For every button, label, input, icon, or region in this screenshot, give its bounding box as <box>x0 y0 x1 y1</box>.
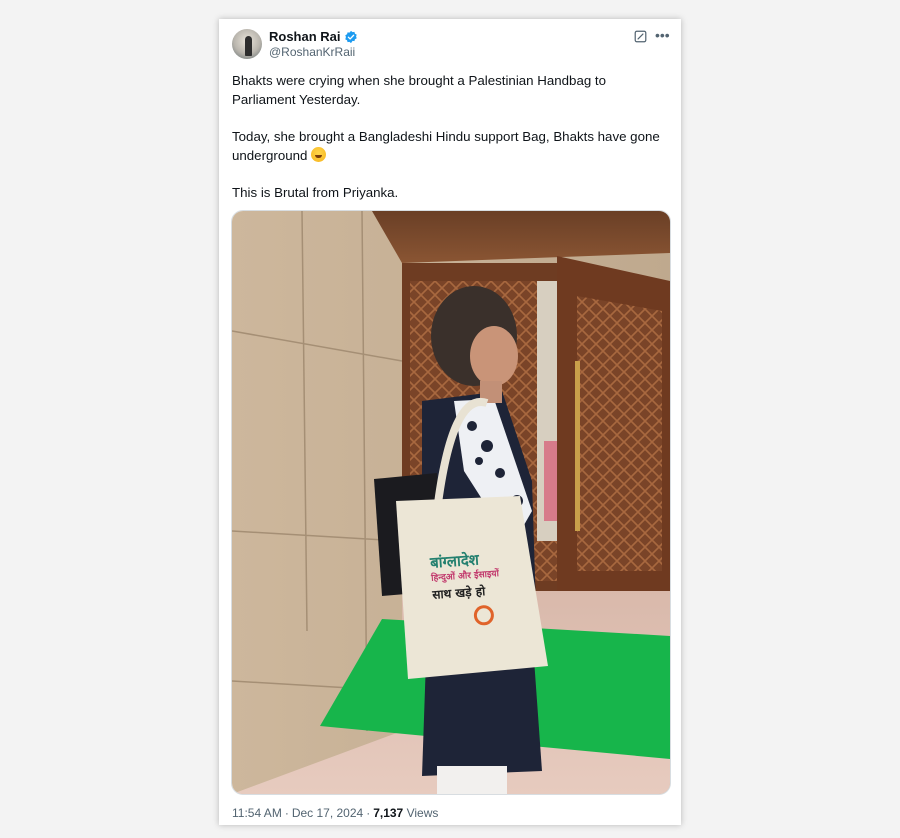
views-count: 7,137 <box>373 806 404 820</box>
post-paragraph-2: Today, she brought a Bangladeshi Hindu s… <box>232 129 660 163</box>
views-label: Views <box>406 806 439 820</box>
post-paragraph-3: This is Brutal from Priyanka. <box>232 185 399 200</box>
post-card: Roshan Rai @RoshanKrRaii ••• Bhakts were… <box>219 19 681 825</box>
post-paragraph-1: Bhakts were crying when she brought a Pa… <box>232 73 607 107</box>
meta-separator: · <box>284 806 289 820</box>
author-display-name[interactable]: Roshan Rai <box>269 29 341 44</box>
meta-separator: · <box>366 806 371 820</box>
verified-badge-icon <box>344 30 357 43</box>
post-meta: 11:54 AM · Dec 17, 2024 · 7,137 Views <box>232 806 438 820</box>
peace-sign-icon <box>473 604 495 626</box>
post-text: Bhakts were crying when she brought a Pa… <box>232 71 672 220</box>
author-name-row: Roshan Rai <box>269 29 358 44</box>
post-date[interactable]: Dec 17, 2024 <box>292 806 363 820</box>
avatar[interactable] <box>232 29 262 59</box>
grok-icon[interactable] <box>634 30 647 43</box>
photo-scene <box>232 211 670 794</box>
bag-text: बांग्लादेश हिन्दुओं और ईसाइयों साथ खड़े … <box>429 547 545 628</box>
author-handle[interactable]: @RoshanKrRaii <box>269 45 355 59</box>
laughing-emoji-icon <box>311 147 327 162</box>
post-photo[interactable]: बांग्लादेश हिन्दुओं और ईसाइयों साथ खड़े … <box>231 210 671 795</box>
more-icon[interactable]: ••• <box>655 28 670 42</box>
post-time[interactable]: 11:54 AM <box>232 806 282 820</box>
